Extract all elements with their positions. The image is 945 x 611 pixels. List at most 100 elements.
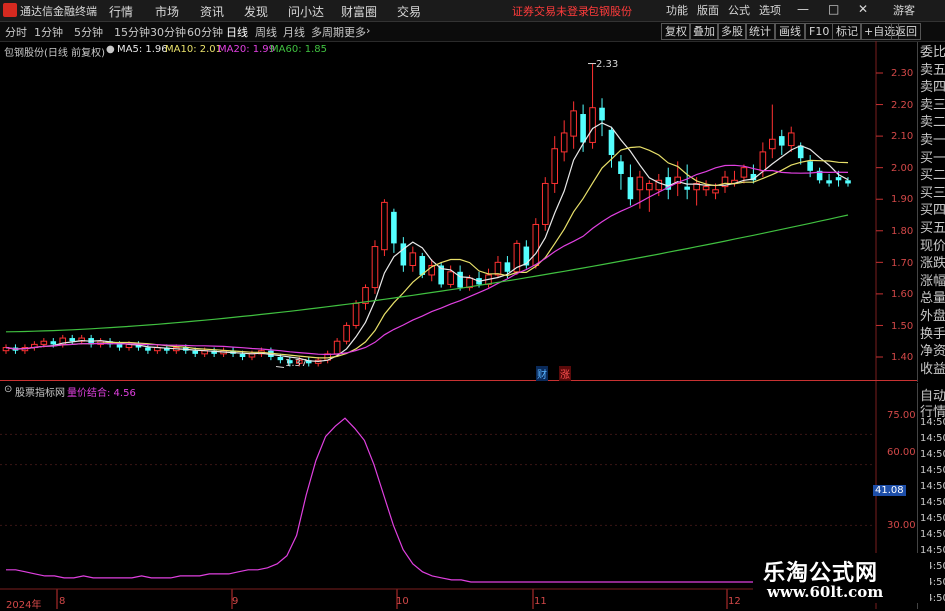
- quote-row: 收益: [920, 361, 945, 377]
- kline-chart[interactable]: [0, 41, 917, 609]
- guest-label[interactable]: 游客: [893, 2, 915, 18]
- btn-fanhui[interactable]: 返回: [891, 23, 921, 40]
- period-5min[interactable]: 5分钟: [74, 24, 103, 40]
- minimize-button[interactable]: —: [797, 2, 809, 16]
- quote-row: 买二: [920, 168, 945, 184]
- period-toolbar: 分时 1分钟 5分钟 15分钟 30分钟 60分钟 日线 周线 月线 多周期 更…: [0, 22, 945, 42]
- candle: [40, 340, 48, 345]
- menu-hangqing[interactable]: 行情: [109, 3, 133, 20]
- date-nov: 11: [534, 596, 547, 607]
- event-zhang-badge[interactable]: 涨: [559, 366, 571, 381]
- indicator-current-value: 41.08: [873, 485, 906, 496]
- quote-row: 卖五: [920, 62, 945, 78]
- candle: [551, 148, 559, 184]
- quote-row: 卖四: [920, 80, 945, 96]
- menu-xuanxiang[interactable]: 选项: [759, 2, 781, 18]
- quote-row: 净资: [920, 344, 945, 360]
- tick-row: 14:50: [920, 417, 945, 428]
- event-cai-badge[interactable]: 财: [536, 366, 548, 381]
- date-dec: 12: [728, 596, 741, 607]
- candle: [277, 357, 284, 361]
- candle: [532, 223, 540, 266]
- menu-zixun[interactable]: 资讯: [200, 3, 224, 20]
- quote-row: 卖三: [920, 97, 945, 113]
- candle: [457, 271, 463, 288]
- candle: [116, 344, 123, 348]
- candle: [391, 211, 397, 244]
- candle: [570, 110, 577, 137]
- btn-fuquan[interactable]: 复权: [661, 23, 691, 40]
- candle: [845, 180, 851, 184]
- candle: [504, 262, 511, 272]
- watermark: 乐淘公式网 www.60lt.com: [753, 553, 930, 603]
- quote-row: 卖二: [920, 115, 945, 131]
- quote-row: 买四: [920, 203, 945, 219]
- close-button[interactable]: ✕: [858, 2, 868, 16]
- btn-f10[interactable]: F10: [805, 23, 834, 40]
- period-15min[interactable]: 15分钟: [114, 24, 150, 40]
- menu-caifuquan[interactable]: 财富圈: [341, 3, 377, 20]
- candle: [835, 177, 842, 181]
- tick-row: 14:50: [920, 513, 945, 524]
- period-1min[interactable]: 1分钟: [34, 24, 63, 40]
- candle: [333, 340, 341, 355]
- stock-title: 包钢股份: [588, 5, 632, 18]
- tick-row: 14:50: [920, 497, 945, 508]
- low-annotation: 1.37: [285, 358, 308, 369]
- date-aug: 8: [59, 596, 66, 607]
- candle: [712, 189, 719, 194]
- candle: [759, 151, 767, 172]
- quote-row: 换手: [920, 326, 945, 342]
- maximize-button[interactable]: □: [828, 2, 839, 16]
- period-multi[interactable]: 多周期: [311, 24, 344, 40]
- candle: [778, 136, 785, 146]
- btn-duogu[interactable]: 多股: [717, 23, 747, 40]
- candle: [352, 302, 360, 326]
- price-axis-label: 1.40: [891, 352, 914, 364]
- price-axis-label: 2.10: [891, 131, 914, 143]
- indicator-settings-icon[interactable]: ⊙: [4, 384, 12, 395]
- indicator-value: 量价结合: 4.56: [67, 388, 136, 399]
- btn-diejia[interactable]: 叠加: [689, 23, 719, 40]
- chevron-right-icon[interactable]: ›: [366, 24, 370, 37]
- period-fenshi[interactable]: 分时: [5, 24, 27, 40]
- candle: [702, 186, 710, 191]
- quote-row: 外盘: [920, 309, 945, 324]
- quote-row: 涨跌: [920, 256, 945, 272]
- menu-banmian[interactable]: 版面: [697, 2, 719, 18]
- menu-shichang[interactable]: 市场: [155, 3, 179, 20]
- date-sep: 9: [232, 596, 239, 607]
- menu-wenxiaoda[interactable]: 问小达: [288, 3, 324, 20]
- quote-row: 总量: [920, 291, 945, 307]
- btn-biaoji[interactable]: 标记: [832, 23, 862, 40]
- menu-gongneng[interactable]: 功能: [666, 2, 688, 18]
- btn-tongji[interactable]: 统计: [745, 23, 775, 40]
- quote-row: 买五: [920, 221, 945, 236]
- price-axis-label: 1.90: [891, 194, 914, 206]
- period-weekly[interactable]: 周线: [255, 24, 277, 40]
- candle: [769, 138, 776, 150]
- tick-row: 14:50: [920, 465, 945, 476]
- login-warning[interactable]: 证券交易未登录: [512, 3, 589, 19]
- candle: [371, 246, 379, 289]
- period-more[interactable]: 更多: [344, 24, 366, 40]
- menu-faxian[interactable]: 发现: [244, 3, 268, 20]
- ind-axis-75: 75.00: [887, 410, 916, 421]
- app-name: 通达信金融终端: [20, 5, 97, 18]
- period-60min[interactable]: 60分钟: [187, 24, 223, 40]
- quote-row: 买三: [920, 185, 945, 201]
- candle: [239, 353, 246, 357]
- menu-gongshi[interactable]: 公式: [728, 2, 750, 18]
- candle: [807, 161, 813, 171]
- tdx-logo-icon: [3, 3, 17, 17]
- candle: [740, 167, 748, 178]
- candle: [618, 161, 624, 174]
- period-monthly[interactable]: 月线: [283, 24, 305, 40]
- candle: [627, 177, 634, 200]
- candle: [400, 243, 407, 266]
- period-daily[interactable]: 日线: [226, 24, 248, 40]
- low-pointer: [275, 365, 285, 368]
- btn-huaxian[interactable]: 画线: [775, 23, 805, 40]
- period-30min[interactable]: 30分钟: [150, 24, 186, 40]
- menu-jiaoyi[interactable]: 交易: [397, 3, 421, 20]
